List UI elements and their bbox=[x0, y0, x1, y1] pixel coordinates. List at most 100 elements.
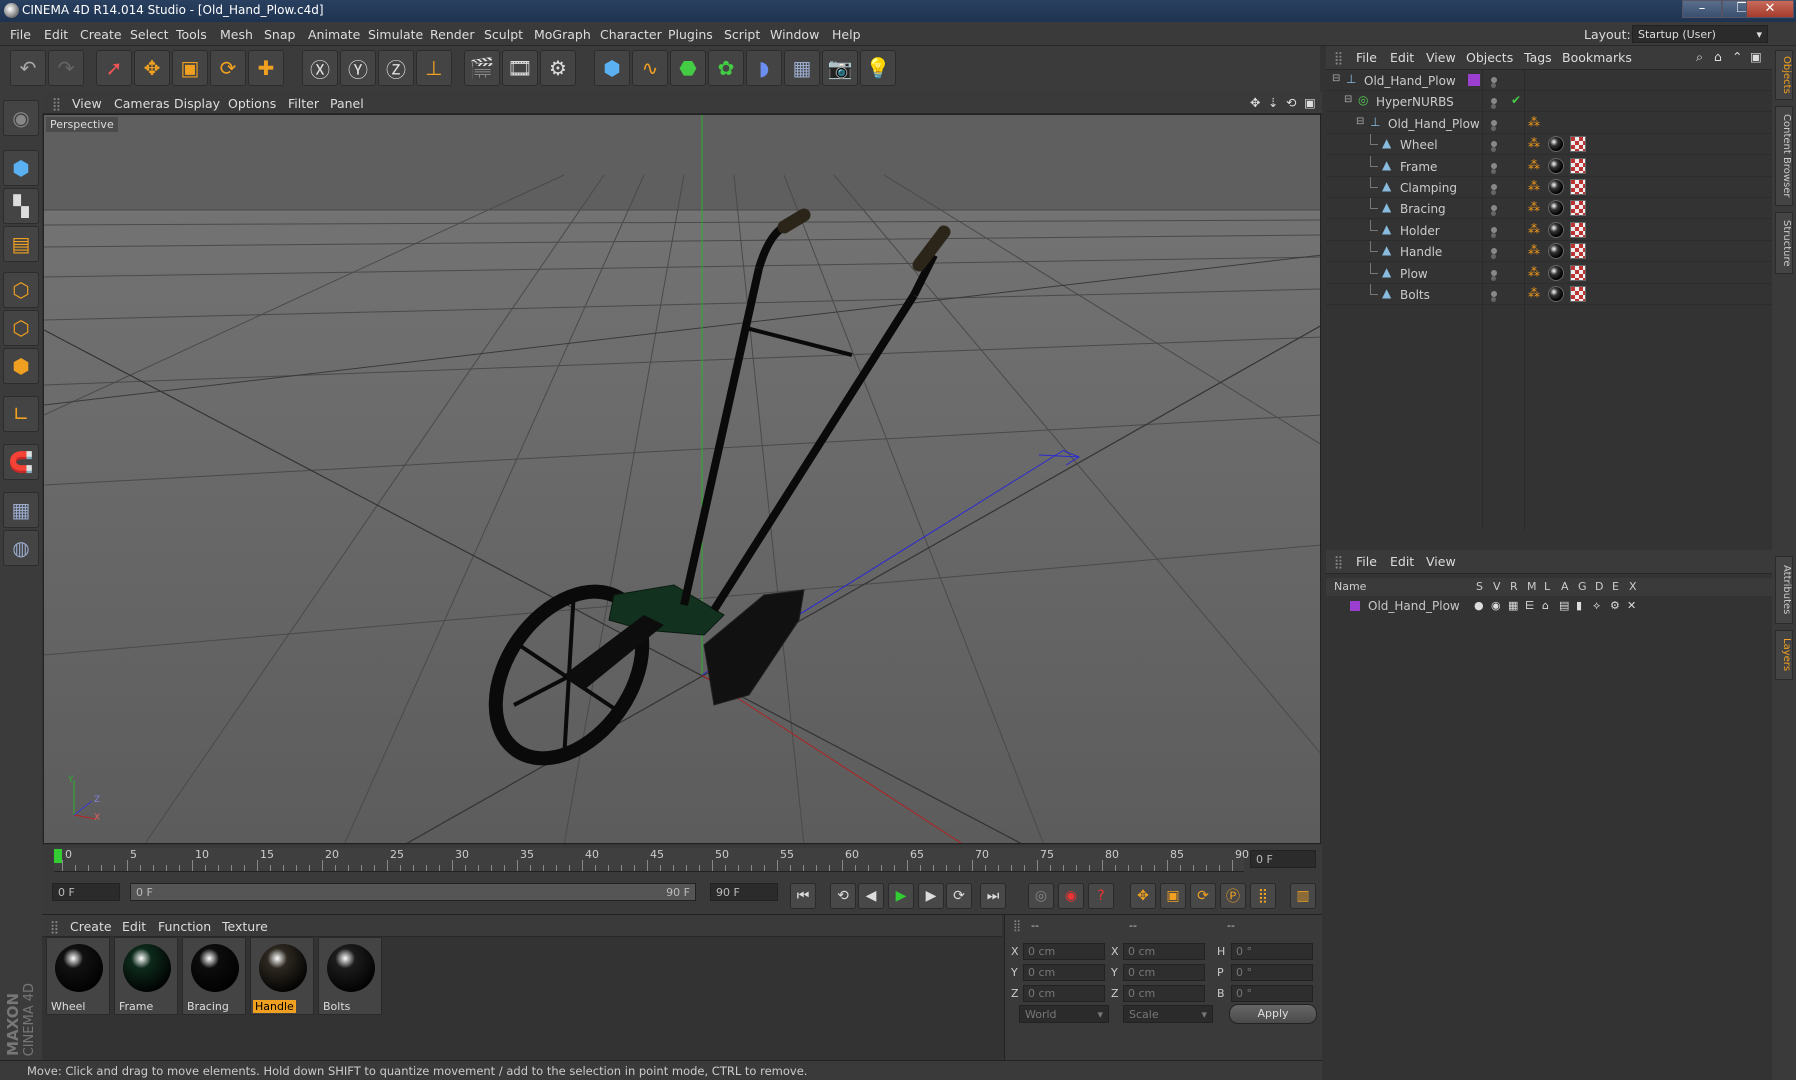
rotation-field[interactable]: 0 ° bbox=[1231, 943, 1313, 960]
vp-menu-view[interactable]: View bbox=[72, 96, 102, 111]
render-view-icon[interactable]: 🎬 bbox=[464, 50, 500, 86]
texture-tag-icon[interactable] bbox=[1570, 221, 1586, 238]
rotate-icon[interactable]: ⟳ bbox=[210, 50, 246, 86]
material-swatch[interactable]: Handle bbox=[250, 937, 314, 1015]
key-scale-icon[interactable]: ▣ bbox=[1160, 883, 1186, 909]
phong-tag-icon[interactable]: ⁂ bbox=[1528, 179, 1544, 195]
points-mode-icon[interactable]: ⬡ bbox=[3, 272, 39, 308]
render-settings-icon[interactable]: ⚙ bbox=[540, 50, 576, 86]
mat-menu-function[interactable]: Function bbox=[158, 919, 211, 934]
cube-icon[interactable]: ⬢ bbox=[594, 50, 630, 86]
model-mode-icon[interactable]: ⬢ bbox=[3, 150, 39, 186]
material-tag-icon[interactable] bbox=[1548, 179, 1564, 195]
tab-content-browser[interactable]: Content Browser bbox=[1775, 106, 1793, 206]
phong-tag-icon[interactable]: ⁂ bbox=[1528, 222, 1544, 238]
start-frame-field[interactable]: 0 F bbox=[52, 883, 120, 901]
object-row[interactable]: ▲ Clamping ⁂ bbox=[1326, 177, 1772, 198]
redo-icon[interactable]: ↷ bbox=[48, 50, 84, 86]
visibility-render-dot[interactable] bbox=[1491, 104, 1496, 110]
material-tag-icon[interactable] bbox=[1548, 243, 1564, 260]
visibility-editor-dot[interactable] bbox=[1491, 162, 1497, 169]
next-frame-icon[interactable]: ▶ bbox=[918, 883, 944, 909]
autokey-icon[interactable]: ? bbox=[1088, 883, 1114, 909]
menu-animate[interactable]: Animate bbox=[308, 27, 360, 42]
previous-frame-icon[interactable]: ◀ bbox=[858, 883, 884, 909]
search-icon[interactable]: ⌕ bbox=[1696, 49, 1703, 65]
size-field[interactable]: 0 cm bbox=[1123, 943, 1205, 960]
visibility-render-dot[interactable] bbox=[1491, 211, 1496, 217]
visibility-render-dot[interactable] bbox=[1491, 168, 1496, 174]
visibility-render-dot[interactable] bbox=[1491, 147, 1496, 153]
visibility-editor-dot[interactable] bbox=[1491, 269, 1497, 276]
object-name[interactable]: Handle bbox=[1400, 245, 1442, 259]
undo-icon[interactable]: ↶ bbox=[10, 50, 46, 86]
mat-menu-edit[interactable]: Edit bbox=[122, 919, 146, 934]
array-icon[interactable]: ✿ bbox=[708, 50, 744, 86]
visibility-render-dot[interactable] bbox=[1491, 190, 1496, 195]
layer-flag-icon[interactable]: ⟡ bbox=[1593, 599, 1600, 613]
menu-snap[interactable]: Snap bbox=[264, 27, 295, 42]
texture-mode-icon[interactable]: ▚ bbox=[3, 188, 39, 224]
next-key-icon[interactable]: ⟳ bbox=[946, 883, 972, 909]
menu-window[interactable]: Window bbox=[770, 27, 819, 42]
orbit-icon[interactable]: ⟲ bbox=[1286, 95, 1296, 110]
obj-menu-tags[interactable]: Tags bbox=[1524, 50, 1552, 65]
phong-tag-icon[interactable]: ⁂ bbox=[1528, 158, 1544, 174]
timeline-ruler[interactable]: 0 5 10 15 20 25 30 35 40 45 50 55 60 65 70 75 80 85 90 0 F bbox=[42, 845, 1322, 875]
mat-menu-create[interactable]: Create bbox=[70, 919, 112, 934]
render-picture-viewer-icon[interactable]: 🎞 bbox=[502, 50, 538, 86]
layer-name[interactable]: Old_Hand_Plow bbox=[1368, 599, 1460, 613]
menu-help[interactable]: Help bbox=[832, 27, 861, 42]
record-disabled-icon[interactable]: ◎ bbox=[1028, 883, 1054, 909]
perspective-viewport[interactable]: Y Z X Perspective bbox=[43, 114, 1321, 844]
apply-button[interactable]: Apply bbox=[1229, 1004, 1317, 1024]
material-tag-icon[interactable] bbox=[1548, 221, 1564, 238]
menu-edit[interactable]: Edit bbox=[44, 27, 68, 42]
up-icon[interactable]: ⌃ bbox=[1732, 49, 1742, 64]
object-row[interactable]: ▲ Wheel ⁂ bbox=[1326, 134, 1772, 156]
play-icon[interactable]: ▶ bbox=[888, 883, 914, 909]
object-name[interactable]: Holder bbox=[1400, 224, 1440, 238]
layer-color-swatch[interactable] bbox=[1468, 74, 1480, 86]
object-row[interactable]: ▲ Plow ⁂ bbox=[1326, 262, 1772, 284]
deformer-icon[interactable]: ◗ bbox=[746, 50, 782, 86]
floor-icon[interactable]: ▦ bbox=[784, 50, 820, 86]
collapse-icon[interactable]: ⊟ bbox=[1356, 116, 1364, 127]
object-name[interactable]: Old_Hand_Plow bbox=[1388, 117, 1480, 131]
visibility-render-dot[interactable] bbox=[1491, 275, 1496, 281]
tab-attributes[interactable]: Attributes bbox=[1775, 556, 1793, 624]
timeline-window-icon[interactable]: ▥ bbox=[1290, 883, 1316, 909]
move-icon[interactable]: ✥ bbox=[134, 50, 170, 86]
object-name[interactable]: HyperNURBS bbox=[1376, 95, 1454, 109]
material-swatch[interactable]: Frame bbox=[114, 937, 178, 1015]
visibility-render-dot[interactable] bbox=[1491, 232, 1496, 238]
menu-select[interactable]: Select bbox=[130, 27, 169, 42]
texture-tag-icon[interactable] bbox=[1570, 264, 1586, 281]
key-rotation-icon[interactable]: ⟳ bbox=[1190, 883, 1216, 909]
object-name[interactable]: Bracing bbox=[1400, 202, 1446, 216]
menu-file[interactable]: File bbox=[10, 27, 31, 42]
size-field[interactable]: 0 cm bbox=[1123, 964, 1205, 981]
menu-mesh[interactable]: Mesh bbox=[220, 27, 253, 42]
ruler-track[interactable]: 0 5 10 15 20 25 30 35 40 45 50 55 60 65 70 75 80 85 90 bbox=[54, 848, 1249, 872]
obj-menu-edit[interactable]: Edit bbox=[1390, 50, 1414, 65]
tab-layers[interactable]: Layers bbox=[1775, 630, 1793, 680]
collapse-icon[interactable]: ⊟ bbox=[1332, 73, 1340, 84]
texture-tag-icon[interactable] bbox=[1570, 200, 1586, 217]
tab-objects[interactable]: Objects bbox=[1775, 50, 1793, 100]
visibility-editor-dot[interactable] bbox=[1491, 119, 1497, 126]
close-button[interactable]: ✕ bbox=[1746, 0, 1794, 18]
menu-tools[interactable]: Tools bbox=[176, 27, 207, 42]
layer-flag-icon[interactable]: ⚙ bbox=[1610, 599, 1620, 612]
y-axis-lock-icon[interactable]: Ⓨ bbox=[340, 50, 376, 86]
layer-flag-icon[interactable]: ✕ bbox=[1627, 599, 1636, 612]
menu-mograph[interactable]: MoGraph bbox=[534, 27, 591, 42]
go-to-start-icon[interactable]: ⏮ bbox=[790, 883, 816, 909]
pan-icon[interactable]: ✥ bbox=[1250, 95, 1260, 110]
position-field[interactable]: 0 cm bbox=[1023, 943, 1105, 960]
frame-range-slider[interactable]: 0 F 90 F bbox=[130, 883, 696, 901]
key-pla-icon[interactable]: ⣿ bbox=[1250, 883, 1276, 909]
object-row[interactable]: ▲ Handle ⁂ bbox=[1326, 241, 1772, 263]
key-position-icon[interactable]: ✥ bbox=[1130, 883, 1156, 909]
tab-structure[interactable]: Structure bbox=[1775, 212, 1793, 274]
